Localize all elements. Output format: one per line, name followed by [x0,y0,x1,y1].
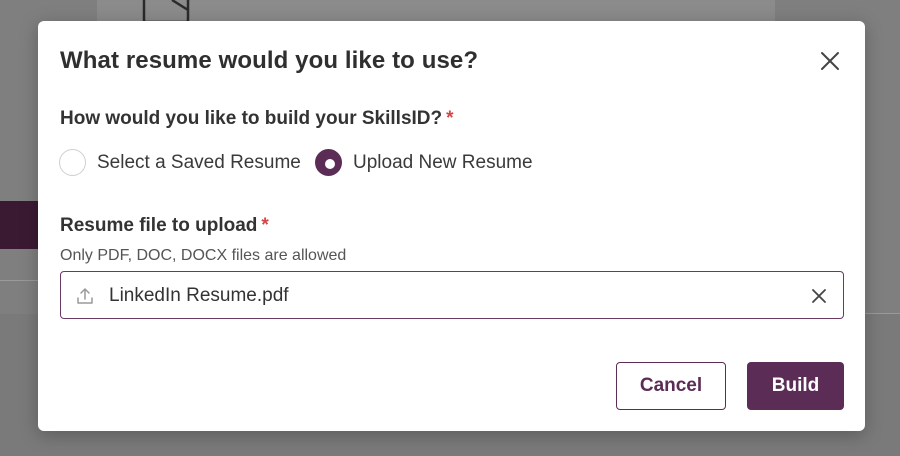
upload-icon [77,288,93,304]
build-method-label: How would you like to build your SkillsI… [60,108,454,130]
option-label: Upload New Resume [353,151,533,173]
build-button[interactable]: Build [747,362,844,410]
radio-saved-resume[interactable] [59,149,86,176]
background-band [0,201,40,249]
file-upload-field[interactable]: LinkedIn Resume.pdf [60,271,844,319]
resume-dialog: What resume would you like to use? How w… [38,21,865,431]
required-indicator: * [261,215,269,236]
dialog-title: What resume would you like to use? [60,47,479,74]
file-name: LinkedIn Resume.pdf [109,285,289,306]
option-upload-resume[interactable]: Upload New Resume [315,149,533,176]
background-divider [0,280,40,281]
option-saved-resume[interactable]: Select a Saved Resume [59,149,301,176]
file-field-label: Resume file to upload * [60,215,269,237]
radio-upload-resume[interactable] [315,149,342,176]
option-label: Select a Saved Resume [97,151,301,173]
file-field-text: Resume file to upload [60,215,258,236]
cancel-button[interactable]: Cancel [616,362,726,410]
required-indicator: * [446,108,454,129]
clear-icon[interactable] [809,286,829,306]
file-field-hint: Only PDF, DOC, DOCX files are allowed [60,247,347,264]
build-method-text: How would you like to build your SkillsI… [60,108,443,129]
close-icon[interactable] [818,49,842,73]
background-divider [860,313,900,314]
